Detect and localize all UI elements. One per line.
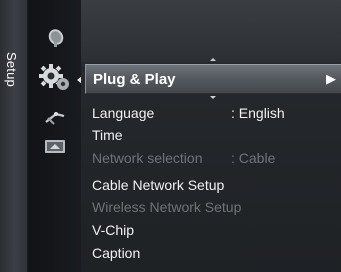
- antenna-icon[interactable]: [42, 108, 68, 128]
- setup-tab[interactable]: Setup: [0, 0, 28, 272]
- tv-setup-menu: Setup Plug & Play ▶ Language: English T…: [0, 0, 341, 272]
- satellite-dish-icon[interactable]: [42, 28, 68, 48]
- menu-item-time[interactable]: Time: [92, 127, 332, 149]
- menu-item-label: Cable Network Setup: [92, 177, 225, 193]
- menu-header-area: [81, 0, 341, 62]
- menu-item-wireless-network-setup: Wireless Network Setup: [92, 199, 332, 221]
- menu-item-value: : English: [231, 105, 285, 121]
- menu-item-caption[interactable]: Caption: [92, 245, 332, 267]
- menu-item-label: Language: [92, 105, 155, 121]
- menu-item-value: : Cable: [231, 150, 276, 166]
- menu-item-label: V-Chip: [92, 222, 135, 238]
- scroll-up-arrow-icon[interactable]: [210, 58, 216, 61]
- input-source-icon[interactable]: [42, 136, 68, 156]
- setup-tab-label: Setup: [4, 52, 19, 87]
- scroll-down-arrow-icon[interactable]: [210, 96, 216, 99]
- menu-item-cable-network-setup[interactable]: Cable Network Setup: [92, 177, 332, 199]
- menu-panel: Plug & Play ▶ Language : English Time Ne…: [81, 0, 341, 272]
- menu-item-language[interactable]: Language : English: [92, 105, 332, 127]
- menu-item-v-chip[interactable]: V-Chip: [92, 222, 332, 244]
- plug-and-play-label: Plug & Play: [93, 71, 176, 88]
- category-icon-column: [28, 0, 82, 272]
- menu-item-plug-and-play[interactable]: Plug & Play ▶: [85, 64, 341, 94]
- gear-icon[interactable]: [38, 63, 72, 91]
- submenu-arrow-icon: ▶: [326, 71, 336, 86]
- menu-item-label: Network selection: [92, 150, 203, 166]
- menu-item-network-selection: Network selection : Cable: [92, 150, 332, 172]
- menu-item-label: Time: [92, 127, 123, 143]
- menu-item-label: Caption: [92, 245, 141, 261]
- menu-item-label: Wireless Network Setup: [92, 199, 242, 215]
